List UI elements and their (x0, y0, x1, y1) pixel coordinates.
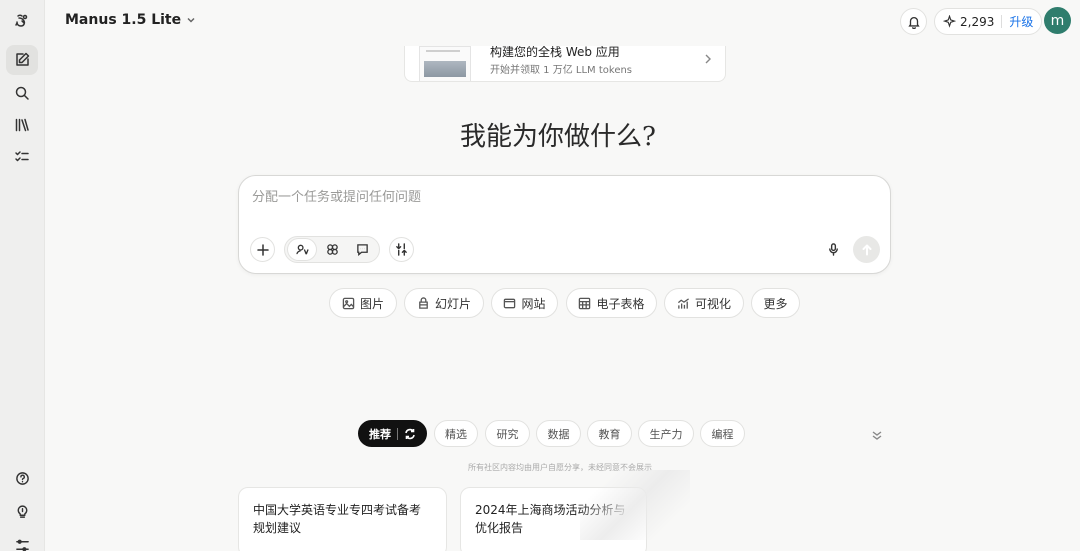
community-card[interactable]: 2024年上海商场活动分析与优化报告 (460, 487, 647, 551)
chart-icon (677, 297, 689, 309)
connectors-icon (396, 243, 407, 256)
quick-action-image[interactable]: 图片 (329, 288, 397, 318)
divider (397, 427, 398, 440)
agent-mode-button[interactable] (288, 239, 316, 260)
community-notice: 所有社区内容均由用户自愿分享，未经同意不会展示 (468, 463, 652, 472)
microphone-icon (828, 242, 838, 256)
image-icon (342, 297, 355, 309)
notifications-button[interactable] (900, 8, 927, 35)
upgrade-link[interactable]: 升级 (1009, 13, 1033, 30)
promo-banner[interactable]: 构建您的全栈 Web 应用 开始并领取 1 万亿 LLM tokens (404, 46, 726, 82)
adaptive-mode-button[interactable] (318, 239, 346, 260)
quick-action-label: 幻灯片 (434, 296, 471, 311)
chevron-right-icon (705, 54, 711, 64)
promo-title: 构建您的全栈 Web 应用 (490, 46, 620, 59)
quick-action-visualization[interactable]: 可视化 (664, 288, 744, 318)
filter-research[interactable]: 研究 (485, 420, 530, 447)
tips-lightbulb-icon[interactable] (6, 496, 38, 526)
quick-action-spreadsheet[interactable]: 电子表格 (566, 288, 657, 318)
chat-icon (356, 244, 368, 256)
quick-action-label: 网站 (521, 296, 546, 311)
promo-subtitle: 开始并领取 1 万亿 LLM tokens (490, 65, 633, 76)
card-title: 2024年上海商场活动分析与优化报告 (475, 503, 626, 535)
filter-featured[interactable]: 精选 (434, 420, 478, 447)
credits-badge[interactable]: 2,293 升级 (934, 8, 1043, 35)
page-title: 我能为你做什么? (460, 122, 656, 152)
filter-data[interactable]: 数据 (536, 420, 581, 447)
slides-icon (419, 296, 428, 309)
attach-button[interactable] (250, 237, 275, 262)
chat-mode-button[interactable] (348, 239, 376, 260)
send-button[interactable] (853, 236, 880, 263)
arrow-up-icon (862, 244, 871, 255)
filter-education[interactable]: 教育 (587, 420, 632, 447)
refresh-icon[interactable] (404, 428, 416, 440)
quick-action-label: 图片 (359, 296, 384, 311)
quick-action-website[interactable]: 网站 (491, 288, 558, 318)
credits-count: 2,293 (960, 14, 995, 29)
model-selector[interactable]: Manus 1.5 Lite (65, 12, 196, 28)
sparkle-icon (943, 15, 956, 28)
community-card[interactable]: 中国大学英语专业专四考试备考规划建议 (238, 487, 447, 551)
voice-input-button[interactable] (823, 239, 843, 259)
mode-switcher (284, 236, 380, 263)
new-task-icon[interactable] (6, 45, 38, 75)
card-title: 中国大学英语专业专四考试备考规划建议 (253, 503, 422, 535)
divider (1001, 15, 1003, 28)
settings-sliders-icon[interactable] (6, 530, 38, 551)
avatar[interactable]: m (1044, 7, 1071, 34)
website-icon (504, 298, 516, 308)
filter-productivity[interactable]: 生产力 (638, 420, 694, 447)
search-icon[interactable] (6, 78, 38, 108)
filter-coding[interactable]: 编程 (700, 420, 745, 447)
connectors-button[interactable] (389, 237, 414, 262)
filter-label: 推荐 (369, 427, 391, 441)
promo-thumbnail (419, 46, 471, 81)
chevron-down-icon (187, 17, 195, 23)
manus-logo-icon[interactable] (6, 6, 38, 36)
model-selector-label: Manus 1.5 Lite (65, 12, 182, 28)
table-icon (579, 297, 591, 309)
bell-icon (907, 16, 920, 29)
filter-recommended[interactable]: 推荐 (358, 420, 427, 447)
quick-action-label: 电子表格 (596, 296, 645, 311)
quick-action-slides[interactable]: 幻灯片 (404, 288, 484, 318)
quick-action-label: 更多 (763, 296, 788, 311)
plus-icon (256, 243, 269, 256)
quick-action-more[interactable]: 更多 (751, 288, 800, 318)
agent-icon (295, 244, 309, 255)
chevrons-down-icon[interactable] (871, 429, 883, 441)
flower-icon (326, 244, 338, 255)
quick-action-label: 可视化 (694, 296, 731, 311)
task-input[interactable] (252, 187, 872, 207)
task-composer (238, 175, 891, 274)
